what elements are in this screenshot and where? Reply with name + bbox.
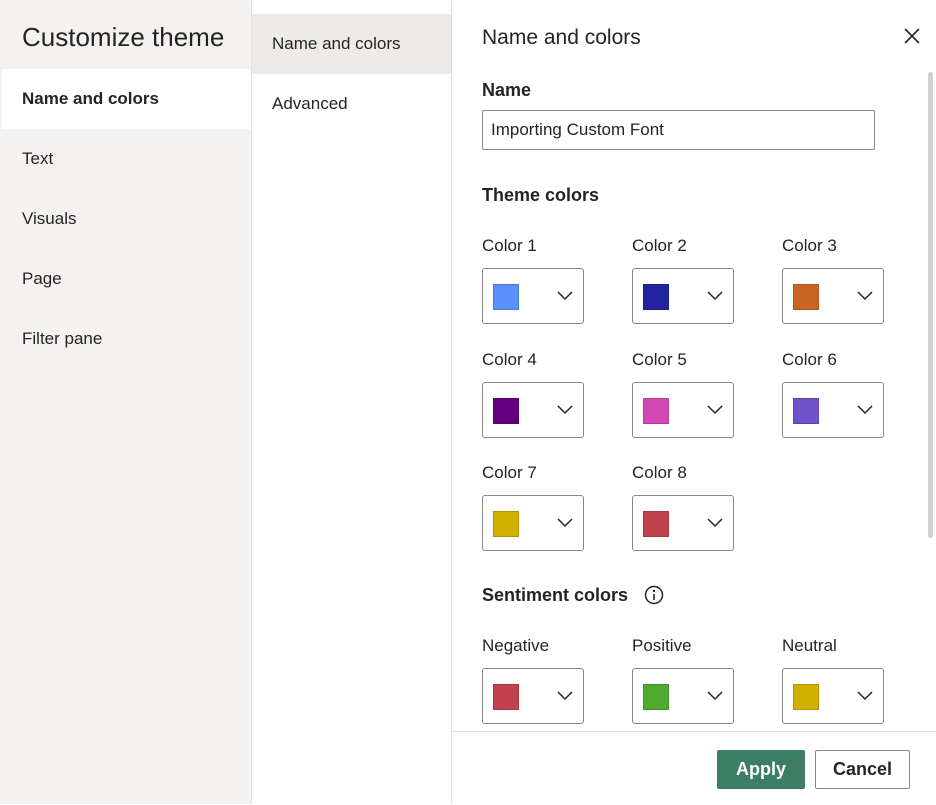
sidebar-item-name-and-colors[interactable]: Name and colors	[2, 69, 251, 129]
color-label: Color 8	[632, 463, 687, 482]
chevron-down-icon	[707, 691, 723, 701]
info-icon[interactable]	[644, 585, 664, 605]
color-label: Color 2	[632, 236, 687, 255]
color-field-7: Color 7	[482, 462, 592, 551]
sidebar-item-label: Visuals	[22, 209, 77, 228]
chevron-down-icon	[857, 291, 873, 301]
settings-sidebar: Customize theme Name and colors Text Vis…	[0, 0, 252, 804]
color-picker-4[interactable]	[482, 382, 584, 438]
apply-button[interactable]: Apply	[717, 750, 805, 789]
color-field-5: Color 5	[632, 349, 742, 438]
neutral-color-field: Neutral	[782, 635, 892, 724]
negative-color-picker[interactable]	[482, 668, 584, 724]
close-button[interactable]	[898, 22, 926, 50]
color-label: Negative	[482, 636, 550, 655]
name-label: Name	[482, 80, 532, 100]
chevron-down-icon	[707, 291, 723, 301]
color-picker-6[interactable]	[782, 382, 884, 438]
subnav-item-label: Name and colors	[272, 34, 401, 53]
color-picker-5[interactable]	[632, 382, 734, 438]
sidebar-item-filter-pane[interactable]: Filter pane	[2, 309, 251, 369]
chevron-down-icon	[557, 291, 573, 301]
sidebar-item-text[interactable]: Text	[2, 129, 251, 189]
cancel-button[interactable]: Cancel	[815, 750, 910, 789]
color-swatch	[793, 284, 819, 310]
page-title: Customize theme	[22, 22, 225, 52]
negative-color-field: Negative	[482, 635, 592, 724]
theme-name-input[interactable]	[482, 110, 875, 150]
sidebar-item-label: Filter pane	[22, 329, 103, 348]
color-field-2: Color 2	[632, 235, 742, 324]
scrollbar[interactable]	[928, 72, 933, 538]
neutral-color-picker[interactable]	[782, 668, 884, 724]
color-picker-8[interactable]	[632, 495, 734, 551]
panel-title: Name and colors	[482, 26, 641, 49]
subnav-item-advanced[interactable]: Advanced	[252, 74, 451, 134]
color-field-8: Color 8	[632, 462, 742, 551]
color-label: Color 7	[482, 463, 537, 482]
subnav-item-name-and-colors[interactable]: Name and colors	[252, 14, 451, 74]
color-picker-1[interactable]	[482, 268, 584, 324]
chevron-down-icon	[707, 405, 723, 415]
color-label: Color 5	[632, 350, 687, 369]
color-field-3: Color 3	[782, 235, 892, 324]
dialog-footer: Apply Cancel	[452, 731, 936, 805]
sidebar-item-label: Name and colors	[22, 89, 159, 108]
color-swatch	[643, 511, 669, 537]
sidebar-item-visuals[interactable]: Visuals	[2, 189, 251, 249]
chevron-down-icon	[557, 691, 573, 701]
color-swatch	[493, 398, 519, 424]
color-swatch	[493, 684, 519, 710]
theme-colors-heading: Theme colors	[482, 185, 600, 205]
close-icon	[904, 28, 920, 44]
color-swatch	[643, 284, 669, 310]
color-label: Color 4	[482, 350, 537, 369]
color-label: Color 6	[782, 350, 837, 369]
color-field-4: Color 4	[482, 349, 592, 438]
color-swatch	[643, 398, 669, 424]
sidebar-item-label: Text	[22, 149, 54, 168]
positive-color-picker[interactable]	[632, 668, 734, 724]
color-label: Color 3	[782, 236, 837, 255]
color-label: Positive	[632, 636, 692, 655]
color-swatch	[493, 511, 519, 537]
sentiment-colors-heading: Sentiment colors	[482, 585, 629, 605]
chevron-down-icon	[707, 518, 723, 528]
chevron-down-icon	[857, 691, 873, 701]
color-label: Color 1	[482, 236, 537, 255]
color-swatch	[793, 398, 819, 424]
color-label: Neutral	[782, 636, 837, 655]
color-swatch	[793, 684, 819, 710]
positive-color-field: Positive	[632, 635, 742, 724]
color-picker-7[interactable]	[482, 495, 584, 551]
chevron-down-icon	[557, 405, 573, 415]
subnav-item-label: Advanced	[272, 94, 348, 113]
chevron-down-icon	[557, 518, 573, 528]
color-swatch	[493, 284, 519, 310]
color-swatch	[643, 684, 669, 710]
sidebar-item-label: Page	[22, 269, 62, 288]
color-picker-2[interactable]	[632, 268, 734, 324]
sub-navigation: Name and colors Advanced	[252, 0, 452, 804]
settings-panel: Name and colors Name Theme colors Color …	[452, 0, 936, 805]
sidebar-item-page[interactable]: Page	[2, 249, 251, 309]
color-picker-3[interactable]	[782, 268, 884, 324]
chevron-down-icon	[857, 405, 873, 415]
color-field-6: Color 6	[782, 349, 892, 438]
color-field-1: Color 1	[482, 235, 592, 324]
